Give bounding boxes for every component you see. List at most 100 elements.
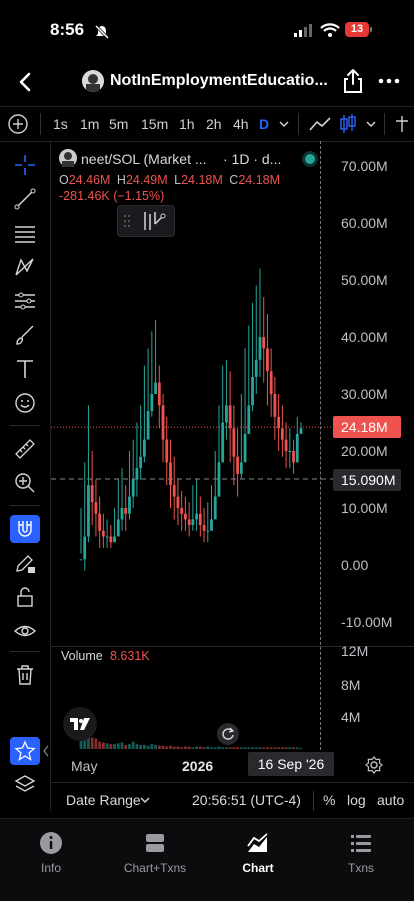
volume-bar — [269, 747, 273, 749]
emoji-tool[interactable] — [10, 389, 40, 417]
volume-bar — [221, 747, 225, 749]
chevron-down-icon[interactable] — [140, 796, 150, 804]
chevron-down-icon[interactable] — [278, 119, 290, 129]
zoom-tool[interactable] — [10, 469, 40, 497]
low-value: 24.18M — [181, 173, 223, 187]
candle-body — [195, 513, 198, 520]
candle-body — [232, 428, 236, 457]
tradingview-logo[interactable] — [63, 707, 97, 741]
candle-body — [217, 462, 221, 497]
legend-symbol[interactable]: neet/SOL (Market ... — [81, 151, 207, 167]
candle-body — [269, 371, 273, 394]
reset-chart-button[interactable] — [217, 723, 239, 745]
price-tick: 40.00M — [341, 329, 388, 345]
timeframe-1h[interactable]: 1h — [179, 116, 195, 132]
candle-body — [292, 451, 295, 463]
zoom-in-icon — [15, 473, 35, 493]
volume-bar — [116, 743, 120, 749]
log-toggle[interactable]: log — [347, 792, 366, 808]
price-tick: 10.00M — [341, 500, 388, 516]
change-value: -281.46K (−1.15%) — [59, 189, 165, 203]
volume-tick: 4M — [341, 709, 361, 725]
settings-gear-icon[interactable] — [365, 756, 383, 774]
tab-info[interactable]: Info — [1, 829, 101, 875]
candle-body — [228, 405, 232, 429]
volume-bar — [124, 744, 128, 749]
magnet-tool-active[interactable] — [10, 515, 40, 543]
candlestick-type-icon[interactable] — [338, 113, 358, 135]
candle-body — [202, 525, 206, 531]
collapse-chevron-icon[interactable] — [43, 745, 49, 757]
percent-toggle[interactable]: % — [323, 792, 335, 808]
volume-pane[interactable]: Volume 8.631K — [51, 646, 333, 751]
text-tool[interactable] — [10, 355, 40, 383]
draw-lock-tool[interactable] — [10, 549, 40, 577]
projection-tool[interactable] — [10, 287, 40, 315]
divider — [40, 113, 41, 135]
volume-bar — [176, 746, 180, 749]
tab-info-label: Info — [40, 861, 61, 875]
drag-handle-icon[interactable] — [123, 213, 131, 229]
timeframe-2h[interactable]: 2h — [206, 116, 222, 132]
visibility-tool[interactable] — [10, 617, 40, 645]
brush-tool[interactable] — [10, 321, 40, 349]
crosshair-date-tag: 16 Sep '26 — [248, 752, 334, 776]
ohlc-row: O24.46M H24.49M L24.18M C24.18M — [59, 173, 280, 187]
volume-value: 8.631K — [110, 649, 150, 663]
split-view-icon — [146, 834, 164, 852]
candle-body — [105, 536, 109, 538]
favorites-tool[interactable] — [10, 737, 40, 765]
token-logo-icon — [59, 149, 77, 167]
candle-body — [150, 394, 154, 412]
tab-txns[interactable]: Txns — [311, 829, 411, 875]
auto-toggle[interactable]: auto — [377, 792, 404, 808]
mute-bell-icon — [94, 24, 110, 40]
text-icon — [17, 360, 33, 378]
candle-body — [239, 462, 243, 474]
timeframe-15m[interactable]: 15m — [141, 116, 168, 132]
tab-chart-active[interactable]: Chart — [208, 829, 308, 875]
indicators-fx-icon[interactable] — [392, 114, 412, 134]
back-chevron-icon[interactable] — [16, 72, 34, 92]
more-options-icon[interactable] — [378, 78, 400, 84]
unlock-icon — [17, 587, 33, 607]
chevron-down-icon[interactable] — [365, 119, 377, 129]
share-icon[interactable] — [342, 68, 364, 94]
pattern-tool[interactable] — [10, 253, 40, 281]
timeframe-1s[interactable]: 1s — [53, 116, 68, 132]
candle-body — [221, 422, 225, 463]
candle-style-icon[interactable] — [142, 210, 168, 232]
line-chart-type-icon[interactable] — [308, 115, 332, 133]
volume-bar — [120, 742, 124, 749]
volume-bar — [101, 742, 105, 749]
volume-bar — [225, 747, 228, 749]
trend-line-tool[interactable] — [10, 185, 40, 213]
timeframe-1m[interactable]: 1m — [80, 116, 99, 132]
volume-bar — [165, 746, 169, 749]
time-axis[interactable]: May 2026 16 Sep '26 — [51, 750, 414, 780]
object-tree-tool[interactable] — [10, 771, 40, 799]
tab-chart-txns[interactable]: Chart+Txns — [105, 829, 205, 875]
volume-bar — [206, 746, 210, 749]
price-tick: -10.00M — [341, 614, 393, 630]
candle-body — [284, 439, 288, 451]
candle-body — [277, 416, 281, 429]
floating-drawing-toolbar[interactable] — [117, 205, 175, 237]
candle-body — [172, 485, 176, 497]
clock-timezone[interactable]: 20:56:51 (UTC-4) — [192, 792, 301, 808]
volume-bar — [258, 747, 262, 749]
timeframe-d-active[interactable]: D — [259, 116, 269, 132]
timeframe-4h[interactable]: 4h — [233, 116, 249, 132]
add-indicator-icon[interactable] — [7, 113, 29, 135]
measure-tool[interactable] — [10, 435, 40, 463]
last-price-tag: 24.18M — [333, 416, 401, 438]
fib-tool[interactable] — [10, 219, 40, 247]
chart-pane[interactable]: neet/SOL (Market ... · 1D · d... O24.46M… — [51, 141, 333, 646]
crosshair-tool[interactable] — [10, 151, 40, 179]
lock-tool[interactable] — [10, 583, 40, 611]
delete-tool[interactable] — [10, 661, 40, 689]
crosshair-icon — [15, 155, 35, 175]
date-range-button[interactable]: Date Range — [66, 792, 141, 808]
price-axis[interactable]: 70.00M 60.00M 50.00M 40.00M 30.00M 20.00… — [333, 141, 414, 646]
timeframe-5m[interactable]: 5m — [109, 116, 128, 132]
